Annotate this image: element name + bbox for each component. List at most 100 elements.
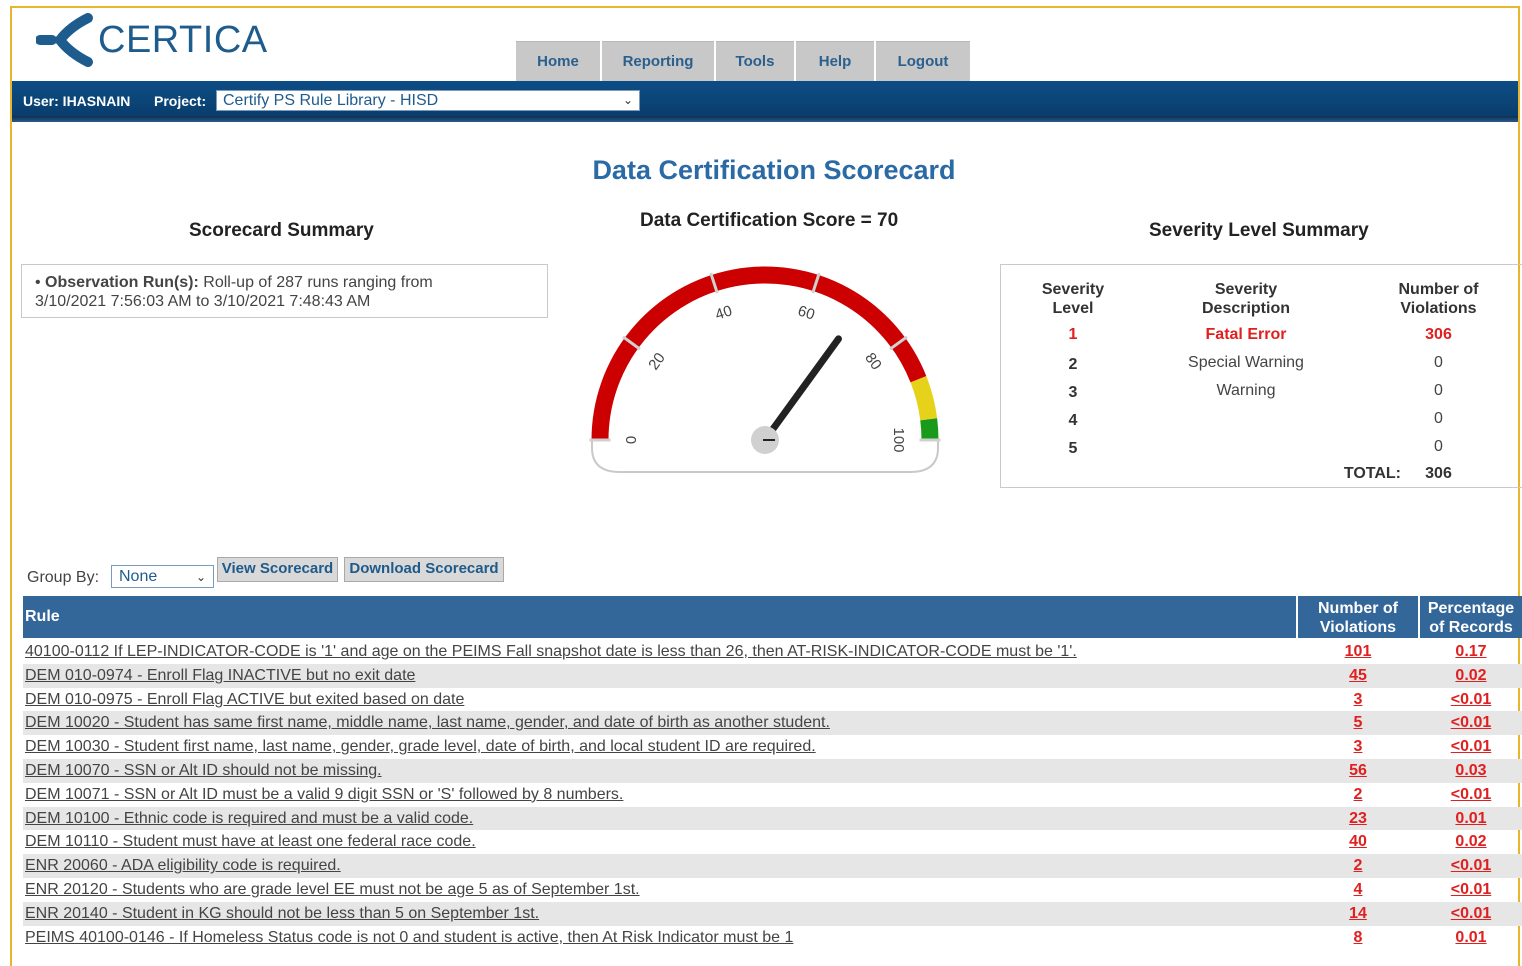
rule-link[interactable]: DEM 10030 - Student first name, last nam… — [25, 738, 816, 756]
rule-link[interactable]: 40100-0112 If LEP-INDICATOR-CODE is '1' … — [25, 643, 1077, 661]
severity-description-1: Fatal Error — [1205, 326, 1287, 343]
gauge-tick-label: 20 — [645, 350, 669, 373]
violations-link[interactable]: 40 — [1301, 833, 1415, 851]
severity-violations-3: 0 — [1434, 382, 1443, 399]
certica-logo-icon — [36, 13, 93, 67]
table-row: PEIMS 40100-0146 - If Homeless Status co… — [23, 926, 1522, 950]
tab-tools[interactable]: Tools — [716, 41, 794, 82]
severity-total-value: 306 — [1425, 465, 1452, 482]
severity-description-header-line2: Description — [1201, 300, 1290, 317]
severity-table: Severity Level Severity Description Numb… — [1000, 264, 1522, 488]
percentage-column-header[interactable]: Percentage of Records — [1420, 599, 1522, 637]
rule-link[interactable]: DEM 10070 - SSN or Alt ID should not be … — [25, 762, 382, 780]
tab-home[interactable]: Home — [516, 41, 600, 82]
score-gauge: 0 20 40 60 80 100 — [589, 266, 941, 473]
violations-link[interactable]: 56 — [1301, 762, 1415, 780]
gauge-tick-label: 0 — [623, 436, 640, 444]
certica-logo[interactable]: CERTICA — [36, 10, 268, 70]
table-row: 40100-0112 If LEP-INDICATOR-CODE is '1' … — [23, 640, 1522, 664]
summary-label: Observation Run(s): — [45, 274, 199, 291]
score-title: Data Certification Score = 70 — [640, 210, 899, 231]
rule-link[interactable]: ENR 20060 - ADA eligibility code is requ… — [25, 857, 341, 875]
rule-link[interactable]: DEM 010-0975 - Enroll Flag ACTIVE but ex… — [25, 691, 464, 709]
percentage-link[interactable]: <0.01 — [1421, 738, 1521, 756]
severity-level-2: 2 — [1068, 356, 1078, 373]
violations-link[interactable]: 5 — [1301, 714, 1415, 732]
percentage-link[interactable]: <0.01 — [1421, 691, 1521, 709]
percentage-link[interactable]: <0.01 — [1421, 881, 1521, 899]
download-scorecard-button[interactable]: Download Scorecard — [344, 557, 504, 582]
summary-line-1: • Observation Run(s): Roll-up of 287 run… — [35, 273, 547, 292]
percentage-link[interactable]: 0.17 — [1421, 643, 1521, 661]
percentage-link[interactable]: <0.01 — [1421, 714, 1521, 732]
severity-description-header: Severity Description — [1161, 280, 1331, 318]
gauge-yellow-band — [910, 376, 938, 421]
severity-level-3: 3 — [1068, 384, 1078, 401]
percentage-link[interactable]: <0.01 — [1421, 786, 1521, 804]
table-row: DEM 10030 - Student first name, last nam… — [23, 735, 1522, 759]
gauge-needle — [761, 335, 842, 444]
percentage-link[interactable]: 0.01 — [1421, 929, 1521, 947]
chevron-down-icon: ⌄ — [195, 570, 206, 584]
table-row: ENR 20060 - ADA eligibility code is requ… — [23, 854, 1522, 878]
rule-link[interactable]: DEM 10100 - Ethnic code is required and … — [25, 810, 473, 828]
violations-link[interactable]: 3 — [1301, 691, 1415, 709]
rule-link[interactable]: DEM 10020 - Student has same first name,… — [25, 714, 830, 732]
table-row: DEM 10070 - SSN or Alt ID should not be … — [23, 759, 1522, 783]
rule-link[interactable]: DEM 010-0974 - Enroll Flag INACTIVE but … — [25, 667, 415, 685]
percentage-link[interactable]: 0.03 — [1421, 762, 1521, 780]
tab-help[interactable]: Help — [796, 41, 874, 82]
page-title: Data Certification Scorecard — [592, 155, 956, 185]
percentage-link[interactable]: 0.02 — [1421, 833, 1521, 851]
rule-column-header[interactable]: Rule — [25, 608, 60, 626]
violations-link[interactable]: 3 — [1301, 738, 1415, 756]
severity-violations-5: 0 — [1434, 438, 1443, 455]
table-row: DEM 10100 - Ethnic code is required and … — [23, 806, 1522, 831]
rule-link[interactable]: PEIMS 40100-0146 - If Homeless Status co… — [25, 929, 793, 947]
severity-summary-title: Severity Level Summary — [1149, 220, 1369, 241]
violations-link[interactable]: 2 — [1301, 786, 1415, 804]
gauge-tick-label: 100 — [890, 427, 907, 452]
tab-logout[interactable]: Logout — [876, 41, 970, 82]
severity-description-header-line1: Severity — [1214, 281, 1278, 298]
violations-link[interactable]: 8 — [1301, 929, 1415, 947]
table-row: ENR 20120 - Students who are grade level… — [23, 878, 1522, 902]
violations-link[interactable]: 101 — [1301, 643, 1415, 661]
table-row: ENR 20140 - Student in KG should not be … — [23, 901, 1522, 926]
percentage-link[interactable]: 0.02 — [1421, 667, 1521, 685]
rule-link[interactable]: ENR 20140 - Student in KG should not be … — [25, 905, 539, 923]
violations-link[interactable]: 4 — [1301, 881, 1415, 899]
logo-text: CERTICA — [98, 18, 268, 61]
severity-violations-header: Number of Violations — [1376, 280, 1501, 318]
view-scorecard-button[interactable]: View Scorecard — [217, 557, 338, 582]
severity-violations-header-line2: Violations — [1400, 300, 1477, 317]
rule-link[interactable]: DEM 10071 - SSN or Alt ID must be a vali… — [25, 786, 623, 804]
violations-link[interactable]: 23 — [1301, 810, 1415, 828]
severity-level-header: Severity Level — [1023, 280, 1123, 318]
severity-level-header-line1: Severity — [1041, 281, 1105, 298]
gauge-green-band — [920, 418, 939, 441]
group-by-select[interactable]: None ⌄ — [111, 565, 214, 588]
rule-link[interactable]: ENR 20120 - Students who are grade level… — [25, 881, 640, 899]
percentage-header-line1: Percentage — [1427, 600, 1515, 617]
rule-link[interactable]: DEM 10110 - Student must have at least o… — [25, 833, 476, 851]
percentage-link[interactable]: <0.01 — [1421, 905, 1521, 923]
violations-link[interactable]: 2 — [1301, 857, 1415, 875]
table-row: DEM 010-0974 - Enroll Flag INACTIVE but … — [23, 663, 1522, 688]
percentage-link[interactable]: <0.01 — [1421, 857, 1521, 875]
main-nav: Home Reporting Tools Help Logout — [516, 41, 972, 82]
tab-reporting[interactable]: Reporting — [602, 41, 714, 82]
table-row: DEM 10020 - Student has same first name,… — [23, 711, 1522, 736]
severity-description-3: Warning — [1216, 382, 1276, 399]
violations-link[interactable]: 45 — [1301, 667, 1415, 685]
project-select[interactable]: Certify PS Rule Library - HISD ⌄ — [216, 90, 640, 111]
violations-column-header[interactable]: Number of Violations — [1298, 599, 1418, 637]
project-label: Project: — [154, 93, 207, 109]
gauge-tick-label: 80 — [861, 350, 885, 373]
severity-violations-header-line1: Number of — [1398, 281, 1479, 298]
table-row: DEM 010-0975 - Enroll Flag ACTIVE but ex… — [23, 688, 1522, 712]
violations-link[interactable]: 14 — [1301, 905, 1415, 923]
severity-violations-4: 0 — [1434, 410, 1443, 427]
bar-shadow — [12, 116, 1518, 122]
percentage-link[interactable]: 0.01 — [1421, 810, 1521, 828]
